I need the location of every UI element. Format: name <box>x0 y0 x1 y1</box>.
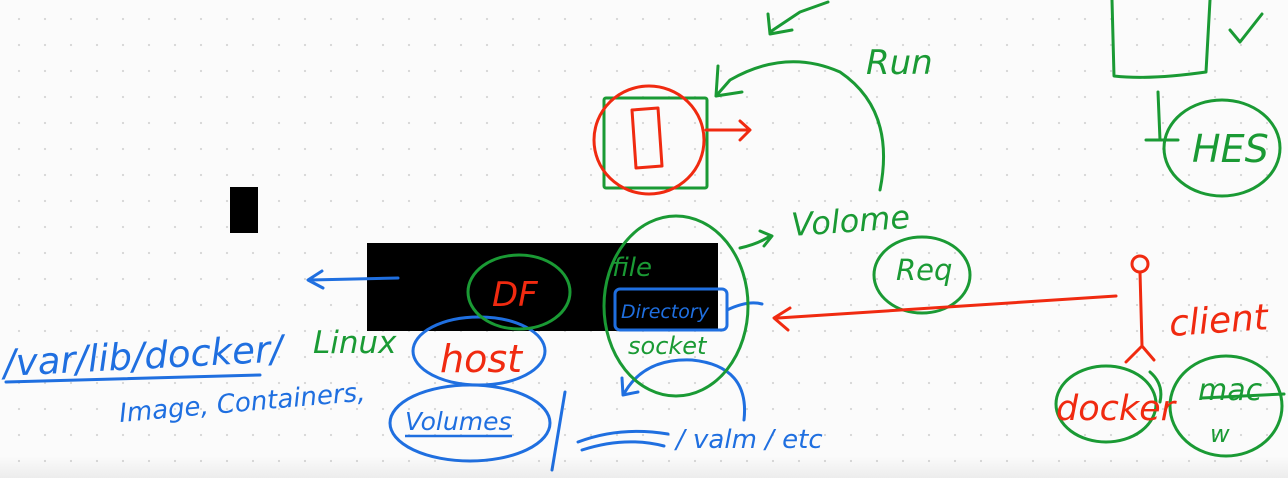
image-containers-label: Image, Containers, <box>118 378 367 429</box>
mac-w-label: w <box>1210 420 1230 448</box>
hes-label: HES <box>1192 127 1269 171</box>
run-label: Run <box>866 43 933 83</box>
mac-label: mac <box>1198 373 1263 408</box>
bottom-edge-shadow <box>0 456 1288 478</box>
valum-label: / valm / etc <box>674 425 823 455</box>
df-label: DF <box>492 275 538 315</box>
request-arrow <box>772 294 1118 332</box>
host-label: host <box>440 337 524 381</box>
container-arrow <box>704 119 752 142</box>
docker-label: docker <box>1056 389 1178 429</box>
whiteboard-canvas: /var/lib/docker/ Image, Containers, Volu… <box>0 0 1286 472</box>
client-body <box>1124 270 1156 364</box>
run-arc-arrow <box>714 60 885 192</box>
directory-tail <box>725 301 764 312</box>
redaction-block-small <box>230 187 258 233</box>
req-label: Req <box>896 253 952 287</box>
volumes-label: Volumes <box>405 407 511 436</box>
valum-scribble <box>576 429 670 452</box>
directory-label: Directory <box>621 301 710 323</box>
server-box-top <box>1110 0 1212 79</box>
container-circle <box>592 84 706 196</box>
linux-label: Linux <box>313 325 397 361</box>
top-arrow-fragment <box>766 0 830 36</box>
volume-arrow <box>738 229 774 250</box>
client-label: client <box>1168 297 1271 345</box>
server-connector <box>1144 90 1180 142</box>
socket-label: socket <box>628 332 708 360</box>
client-head <box>1130 254 1150 274</box>
file-label: file <box>612 253 652 283</box>
volume-label: Volome <box>790 198 911 244</box>
container-inner-box <box>630 106 664 170</box>
check-mark <box>1228 12 1264 44</box>
